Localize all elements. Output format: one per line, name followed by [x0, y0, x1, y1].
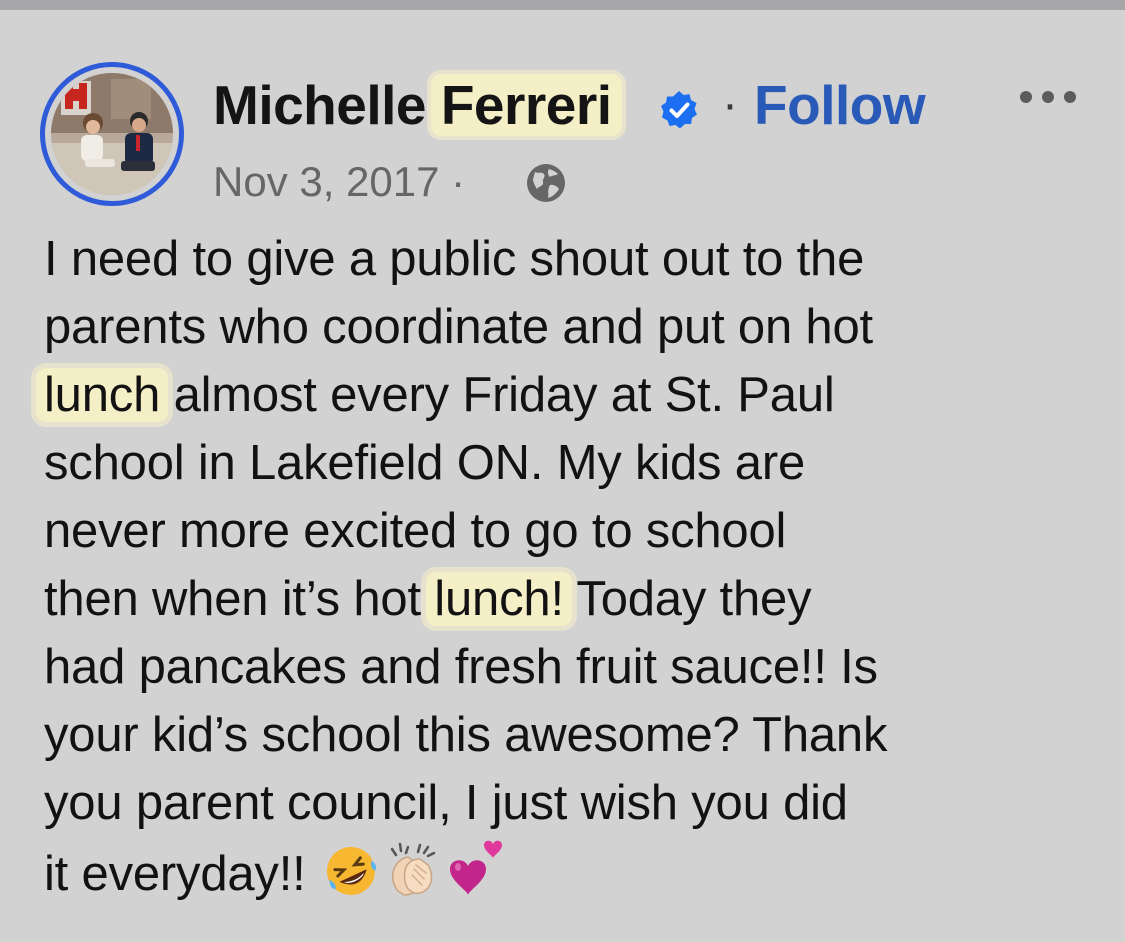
body-text-segment: I need to give a public shout out to the — [44, 232, 865, 286]
avatar-photo — [51, 73, 173, 195]
body-text-segment: school in Lakefield ON. My kids are — [44, 436, 805, 490]
emoji-group — [320, 837, 510, 917]
post-body-line: it everyday!! — [44, 837, 1114, 905]
author-first-name: Michelle — [213, 74, 427, 136]
post-body-line: lunch almost every Friday at St. Paul — [36, 361, 1114, 429]
body-text-segment: almost every Friday at St. Paul — [160, 368, 835, 422]
body-text-segment: Today they — [563, 572, 812, 626]
post-body: I need to give a public shout out to the… — [36, 225, 1114, 905]
post-body-line: school in Lakefield ON. My kids are — [44, 429, 1114, 497]
body-text-segment: you parent council, I just wish you did — [44, 776, 848, 830]
clapping-hands-emoji — [390, 842, 435, 896]
author-name[interactable]: Michelle Ferreri — [213, 72, 622, 138]
more-options-icon[interactable] — [1013, 82, 1083, 112]
highlighted-term: lunch — [36, 368, 169, 422]
author-last-name-highlight: Ferreri — [430, 74, 622, 136]
body-text-segment: then when it’s hot — [44, 572, 435, 626]
body-text-segment: had pancakes and fresh fruit sauce!! Is — [44, 640, 878, 694]
post-timestamp[interactable]: Nov 3, 2017 · — [213, 153, 465, 211]
post-body-line: you parent council, I just wish you did — [44, 769, 1114, 837]
body-text-segment: it everyday!! — [44, 846, 306, 901]
body-text-segment: parents who coordinate and put on hot — [44, 300, 873, 354]
body-text-segment: never more excited to go to school — [44, 504, 787, 558]
post-body-line: your kid’s school this awesome? Thank — [44, 701, 1114, 769]
follow-button[interactable]: Follow — [754, 72, 926, 138]
globe-icon — [527, 164, 565, 202]
post-body-line: parents who coordinate and put on hot — [44, 293, 1114, 361]
post-card: Michelle Ferreri · Follow Nov 3, 2017 · … — [0, 10, 1125, 942]
highlighted-term: lunch! — [426, 572, 572, 626]
verified-badge-icon — [661, 91, 697, 129]
post-body-line: never more excited to go to school — [44, 497, 1114, 565]
avatar[interactable] — [40, 62, 184, 206]
body-text-segment: your kid’s school this awesome? Thank — [44, 708, 888, 762]
two-hearts-emoji — [449, 840, 502, 895]
post-body-line: I need to give a public shout out to the — [44, 225, 1114, 293]
post-body-line: then when it’s hot lunch! Today they — [44, 565, 1114, 633]
post-body-line: had pancakes and fresh fruit sauce!! Is — [44, 633, 1114, 701]
top-edge-bar — [0, 0, 1125, 10]
header-separator: · — [722, 78, 738, 131]
rolling-on-floor-laughing-emoji — [326, 847, 376, 895]
